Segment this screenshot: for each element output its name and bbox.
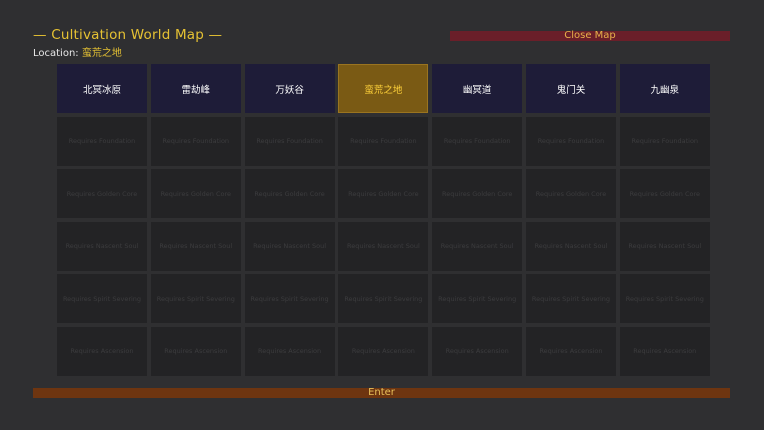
region-tile[interactable]: 北冥冰原: [57, 64, 147, 113]
region-grid: 北冥冰原 雷劫峰 万妖谷 蛮荒之地 幽冥道 鬼门关 九幽泉 Requires Foundati…: [57, 64, 710, 376]
locked-region-tile: Requires Golden Core: [432, 169, 523, 219]
locked-region-tile: Requires Foundation: [244, 116, 335, 166]
locked-region-tile: Requires Spirit Severing: [338, 274, 429, 324]
location-value: 蛮荒之地: [81, 48, 122, 59]
locked-region-tile: Requires Ascension: [57, 326, 147, 376]
locked-region-tile: Requires Ascension: [338, 326, 429, 376]
locked-region-tile: Requires Golden Core: [338, 169, 429, 219]
locked-region-tile: Requires Ascension: [244, 326, 335, 376]
locked-region-tile: Requires Golden Core: [244, 169, 335, 219]
locked-region-tile: Requires Spirit Severing: [619, 274, 710, 324]
locked-region-tile: Requires Spirit Severing: [432, 274, 523, 324]
locked-region-tile: Requires Foundation: [432, 116, 523, 166]
world-map-screen: — Cultivation World Map — Location: 蛮荒之地…: [0, 0, 764, 430]
locked-region-tile: Requires Ascension: [525, 326, 616, 376]
enter-button[interactable]: Enter: [33, 388, 730, 398]
locked-region-tile: Requires Nascent Soul: [57, 221, 147, 271]
locked-region-tile: Requires Golden Core: [619, 169, 710, 219]
locked-region-tile: Requires Foundation: [338, 116, 429, 166]
locked-region-tile: Requires Spirit Severing: [57, 274, 147, 324]
locked-region-tile: Requires Nascent Soul: [338, 221, 429, 271]
locked-region-tile: Requires Foundation: [150, 116, 241, 166]
locked-region-tile: Requires Foundation: [57, 116, 147, 166]
locked-region-tile: Requires Ascension: [150, 326, 241, 376]
locked-region-tile: Requires Foundation: [525, 116, 616, 166]
location-label: Location:: [33, 48, 82, 59]
locked-region-tile: Requires Spirit Severing: [525, 274, 616, 324]
locked-region-tile: Requires Foundation: [619, 116, 710, 166]
locked-region-tile: Requires Nascent Soul: [619, 221, 710, 271]
locked-region-tile: Requires Golden Core: [150, 169, 241, 219]
locked-region-tile: Requires Golden Core: [57, 169, 147, 219]
locked-region-tile: Requires Spirit Severing: [244, 274, 335, 324]
locked-region-tile: Requires Nascent Soul: [432, 221, 523, 271]
locked-region-tile: Requires Ascension: [432, 326, 523, 376]
region-tile[interactable]: 雷劫峰: [150, 64, 241, 113]
locked-region-tile: Requires Nascent Soul: [525, 221, 616, 271]
region-tile[interactable]: 幽冥道: [432, 64, 523, 113]
region-tile[interactable]: 万妖谷: [244, 64, 335, 113]
locked-region-tile: Requires Nascent Soul: [244, 221, 335, 271]
locked-region-tile: Requires Golden Core: [525, 169, 616, 219]
region-tile-current[interactable]: 蛮荒之地: [338, 64, 429, 113]
locked-region-tile: Requires Nascent Soul: [150, 221, 241, 271]
close-map-button[interactable]: Close Map: [450, 31, 730, 41]
current-location: Location: 蛮荒之地: [33, 44, 122, 59]
region-tile[interactable]: 鬼门关: [525, 64, 616, 113]
map-title: — Cultivation World Map —: [33, 27, 223, 43]
locked-region-tile: Requires Spirit Severing: [150, 274, 241, 324]
locked-region-tile: Requires Ascension: [619, 326, 710, 376]
region-tile[interactable]: 九幽泉: [619, 64, 710, 113]
